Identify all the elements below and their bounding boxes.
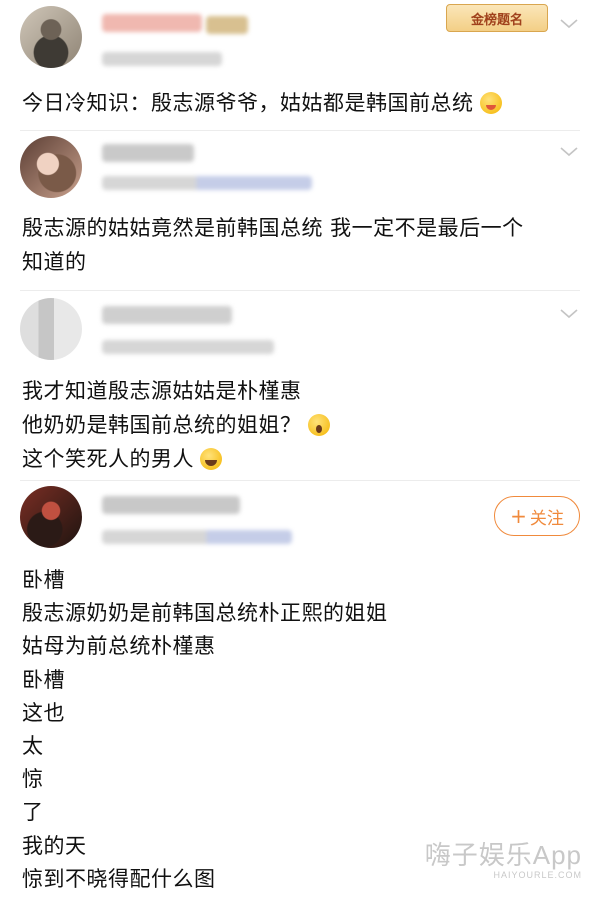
comment-line: 惊 [22,767,44,792]
username-blurred[interactable] [102,306,232,324]
comment-item: 金榜题名 今日冷知识：殷志源爷爷，姑姑都是韩国前总统 [0,0,600,130]
username-blurred[interactable] [102,14,202,32]
comment-line: 他奶奶是韩国前总统的姐姐？ [22,413,302,437]
user-badges-blurred [206,16,248,34]
comment-line: 了 [22,800,44,825]
avatar[interactable] [20,136,82,198]
plus-icon: + [510,504,527,528]
comment-feed: 金榜题名 今日冷知识：殷志源爷爷，姑姑都是韩国前总统 殷志源的姑姑竟然是前韩国总… [0,0,600,900]
chevron-down-icon[interactable] [558,12,580,34]
post-meta-blurred [102,52,222,66]
comment-text: 今日冷知识：殷志源爷爷，姑姑都是韩国前总统 [22,86,578,120]
comment-line: 知道的 [22,250,87,274]
chevron-down-icon[interactable] [558,140,580,162]
comment-line: 这个笑死人的男人 [22,447,194,471]
badge-label: 金榜题名 [446,4,548,32]
comment-line: 殷志源奶奶是前韩国总统朴正熙的姐姐 [22,601,388,626]
follow-label: 关注 [529,508,564,529]
comment-line: 这也 [22,700,65,725]
comment-line: 太 [22,734,44,759]
yum-face-emoji [479,92,502,114]
avatar[interactable] [20,486,82,548]
gold-ranking-badge: 金榜题名 [438,2,556,32]
comment-line: 殷志源的姑姑竟然是前韩国总统 我一定不是最后一个 [22,216,524,240]
watermark: 嗨子娱乐App HAIYOURLE.COM [425,835,582,880]
comment-line: 卧槽 [22,667,65,692]
comment-text: 殷志源的姑姑竟然是前韩国总统 我一定不是最后一个 知道的 [22,211,578,279]
comment-item: 我才知道殷志源姑姑是朴槿惠 他奶奶是韩国前总统的姐姐？ 这个笑死人的男人 [0,290,600,480]
post-meta-blurred [102,530,292,544]
astonished-face-emoji [307,414,330,436]
post-meta-blurred [102,176,312,190]
follow-button[interactable]: + 关注 [494,496,580,536]
comment-item: 殷志源的姑姑竟然是前韩国总统 我一定不是最后一个 知道的 [0,130,600,290]
comment-text: 我才知道殷志源姑姑是朴槿惠 他奶奶是韩国前总统的姐姐？ 这个笑死人的男人 [22,374,578,476]
username-blurred[interactable] [102,496,240,514]
laughing-crying-face-emoji [200,448,222,470]
comment-line: 今日冷知识：殷志源爷爷，姑姑都是韩国前总统 [22,91,474,115]
watermark-main: 嗨子娱乐App [424,840,582,870]
comment-line: 我才知道殷志源姑姑是朴槿惠 [22,379,302,403]
avatar[interactable] [20,298,82,360]
username-blurred[interactable] [102,144,194,162]
post-meta-blurred [102,340,274,354]
avatar[interactable] [20,6,82,68]
comment-line: 姑母为前总统朴槿惠 [22,634,216,659]
comment-line: 卧槽 [22,568,65,592]
chevron-down-icon[interactable] [558,302,580,324]
